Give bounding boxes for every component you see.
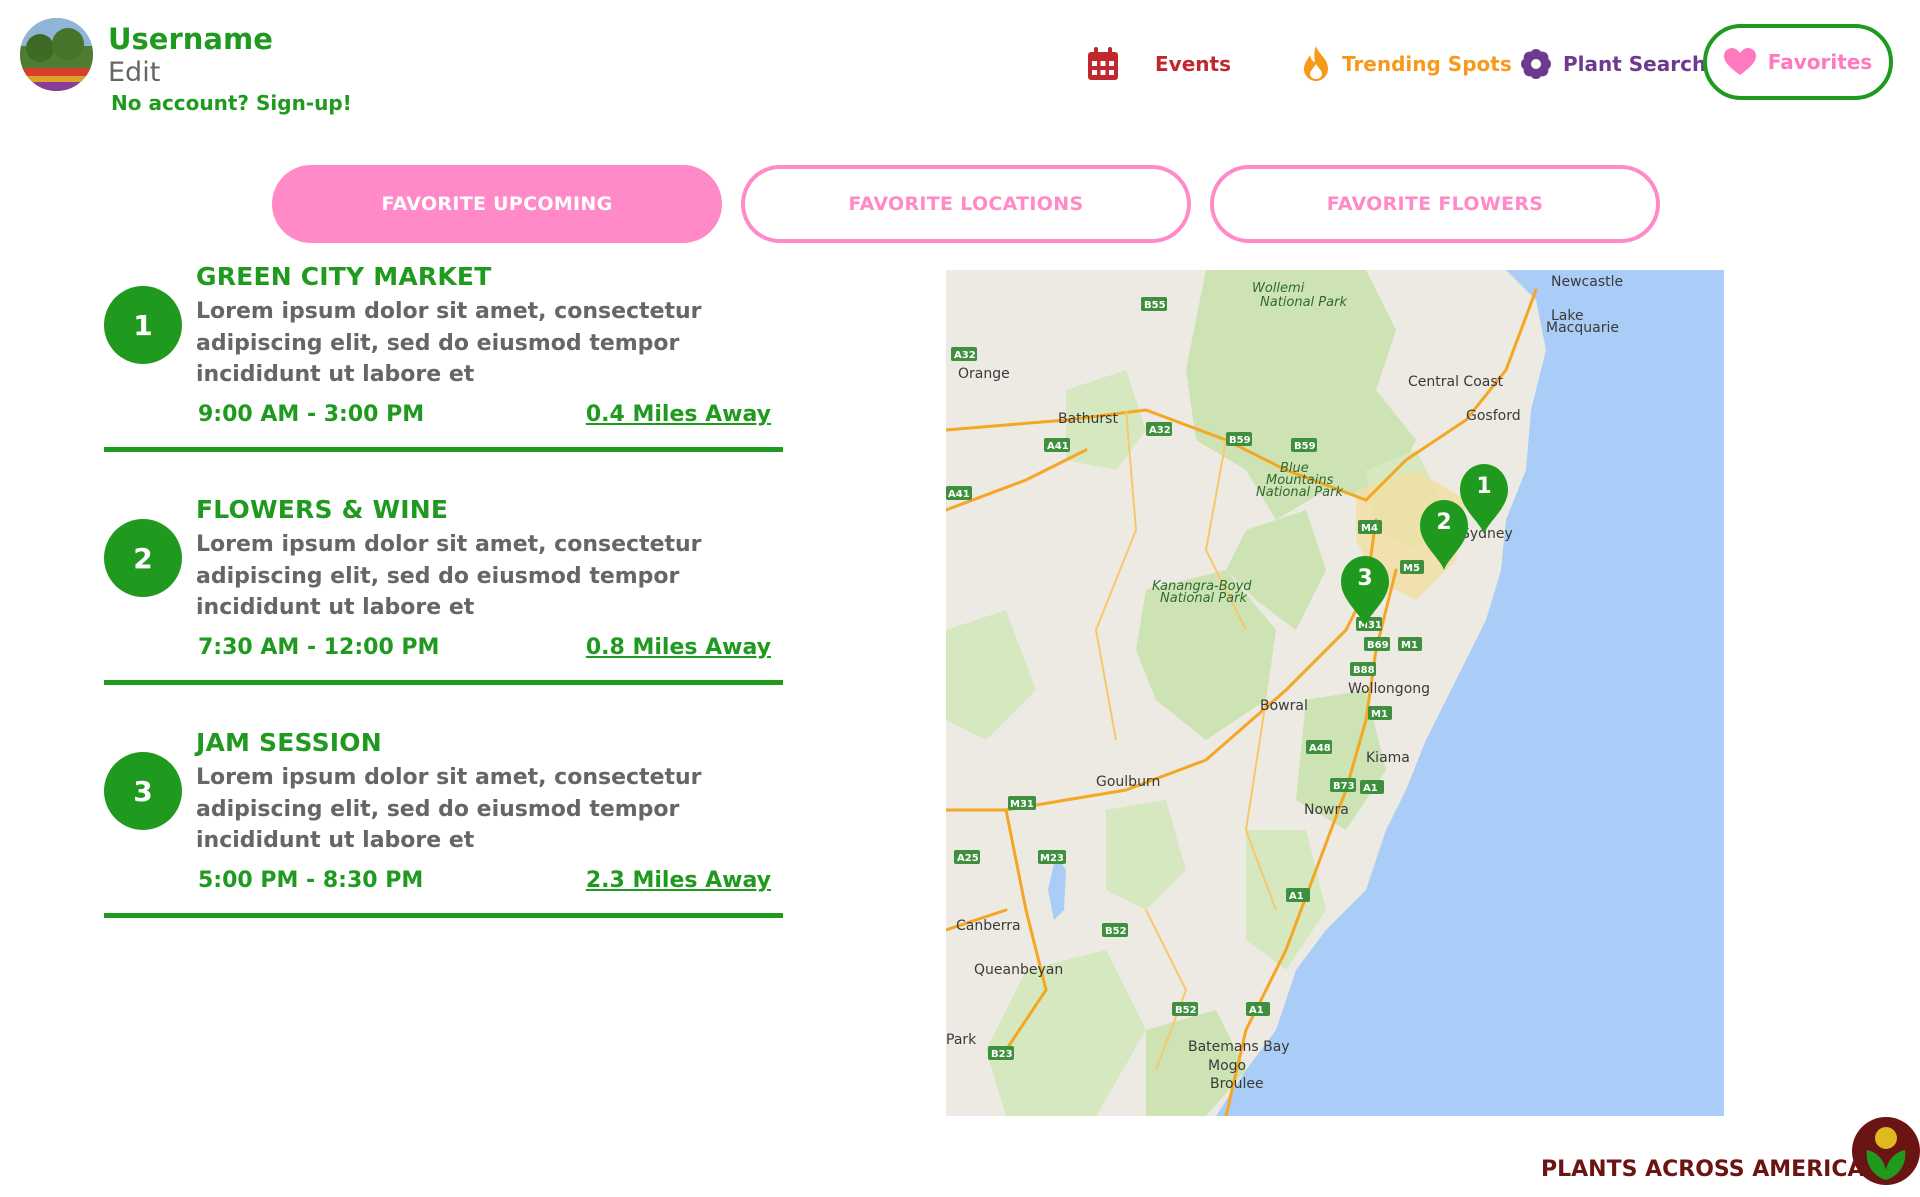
event-distance-link[interactable]: 0.8 Miles Away: [586, 635, 771, 660]
svg-text:National Park: National Park: [1260, 295, 1347, 310]
svg-text:National Park: National Park: [1160, 591, 1247, 606]
event-time: 7:30 AM - 12:00 PM: [198, 635, 440, 660]
user-avatar[interactable]: [20, 18, 93, 91]
svg-text:M31: M31: [1010, 799, 1034, 810]
nav-favorites-label: Favorites: [1767, 50, 1873, 74]
svg-text:A48: A48: [1309, 743, 1331, 754]
calendar-icon: [1088, 47, 1118, 80]
svg-text:B69: B69: [1367, 640, 1389, 651]
edit-profile-link[interactable]: Edit: [108, 57, 160, 88]
svg-text:B52: B52: [1175, 1005, 1197, 1016]
svg-text:A25: A25: [957, 853, 979, 864]
nav-favorites[interactable]: Favorites: [1703, 24, 1893, 100]
svg-text:Central Coast: Central Coast: [1408, 374, 1504, 390]
event-description: Lorem ipsum dolor sit amet, consectetur …: [196, 299, 702, 387]
svg-text:Bowral: Bowral: [1260, 698, 1308, 714]
map-pin-3[interactable]: 3: [1337, 554, 1393, 626]
event-time: 9:00 AM - 3:00 PM: [198, 402, 425, 427]
signup-link[interactable]: No account? Sign-up!: [111, 91, 352, 115]
map-pin-number: 3: [1357, 566, 1373, 591]
svg-text:Nowra: Nowra: [1304, 802, 1349, 818]
svg-text:Newcastle: Newcastle: [1551, 274, 1623, 290]
flower-icon: [1521, 49, 1551, 79]
svg-text:A1: A1: [1363, 783, 1378, 794]
event-title[interactable]: GREEN CITY MARKET: [196, 262, 491, 291]
map-pin-number: 2: [1436, 510, 1452, 535]
event-item[interactable]: 2 FLOWERS & WINE Lorem ipsum dolor sit a…: [104, 495, 783, 685]
brand-name: PLANTS ACROSS AMERICA: [1541, 1157, 1865, 1182]
svg-text:A32: A32: [1149, 425, 1171, 436]
nav-plant-search-label: Plant Search: [1563, 52, 1707, 76]
svg-text:B55: B55: [1144, 300, 1166, 311]
svg-text:B88: B88: [1353, 665, 1375, 676]
event-title[interactable]: JAM SESSION: [196, 728, 382, 757]
tab-favorite-locations[interactable]: FAVORITE LOCATIONS: [741, 165, 1191, 243]
nav-trending-spots[interactable]: Trending Spots: [1302, 42, 1512, 86]
heart-icon: [1723, 48, 1756, 75]
svg-text:Wollemi: Wollemi: [1252, 281, 1305, 296]
username-label: Username: [108, 22, 273, 56]
svg-text:Wollongong: Wollongong: [1348, 681, 1430, 697]
nav-trending-label: Trending Spots: [1342, 52, 1512, 76]
svg-text:National Park: National Park: [1256, 485, 1343, 500]
event-number-badge: 1: [104, 286, 182, 364]
svg-text:M1: M1: [1401, 640, 1418, 651]
svg-text:A32: A32: [954, 350, 976, 361]
tab-favorite-upcoming[interactable]: FAVORITE UPCOMING: [272, 165, 722, 243]
event-distance-link[interactable]: 0.4 Miles Away: [586, 402, 771, 427]
event-number-badge: 3: [104, 752, 182, 830]
svg-text:A1: A1: [1249, 1005, 1264, 1016]
event-item[interactable]: 1 GREEN CITY MARKET Lorem ipsum dolor si…: [104, 262, 783, 452]
map-pin-2[interactable]: 2: [1416, 498, 1472, 570]
map-pin-number: 1: [1476, 474, 1492, 499]
svg-text:Park: Park: [946, 1032, 977, 1048]
event-distance-link[interactable]: 2.3 Miles Away: [586, 868, 771, 893]
svg-text:M1: M1: [1371, 709, 1388, 720]
event-description: Lorem ipsum dolor sit amet, consectetur …: [196, 532, 702, 620]
tab-favorite-flowers[interactable]: FAVORITE FLOWERS: [1210, 165, 1660, 243]
svg-text:A41: A41: [1047, 441, 1069, 452]
svg-text:Queanbeyan: Queanbeyan: [974, 962, 1063, 978]
svg-text:B59: B59: [1229, 435, 1251, 446]
event-description: Lorem ipsum dolor sit amet, consectetur …: [196, 765, 702, 853]
svg-text:Gosford: Gosford: [1466, 408, 1521, 424]
event-time: 5:00 PM - 8:30 PM: [198, 868, 424, 893]
svg-text:A41: A41: [948, 489, 970, 500]
svg-text:A1: A1: [1289, 891, 1304, 902]
svg-text:M23: M23: [1040, 853, 1064, 864]
svg-text:Broulee: Broulee: [1210, 1076, 1264, 1092]
svg-text:B23: B23: [991, 1049, 1013, 1060]
svg-text:B59: B59: [1294, 441, 1316, 452]
svg-text:Goulburn: Goulburn: [1096, 774, 1160, 790]
nav-events-label: Events: [1155, 52, 1231, 76]
svg-text:Orange: Orange: [958, 366, 1010, 382]
event-number-badge: 2: [104, 519, 182, 597]
event-item[interactable]: 3 JAM SESSION Lorem ipsum dolor sit amet…: [104, 728, 783, 918]
svg-text:Macquarie: Macquarie: [1546, 320, 1619, 336]
event-title[interactable]: FLOWERS & WINE: [196, 495, 448, 524]
svg-text:Kiama: Kiama: [1366, 750, 1410, 766]
svg-text:M4: M4: [1361, 523, 1378, 534]
svg-text:B52: B52: [1105, 926, 1127, 937]
nav-events[interactable]: Events: [1087, 42, 1231, 86]
svg-text:Batemans Bay: Batemans Bay: [1188, 1039, 1290, 1055]
svg-text:B73: B73: [1333, 781, 1355, 792]
flame-icon: [1304, 46, 1328, 81]
svg-text:Canberra: Canberra: [956, 918, 1021, 934]
svg-text:Bathurst: Bathurst: [1058, 411, 1118, 427]
nav-plant-search[interactable]: Plant Search: [1521, 42, 1706, 86]
events-map[interactable]: B55 A32 A41 A32 A41 B59 B59 M4 M5 M31 B6…: [946, 270, 1724, 1116]
plant-logo-icon: [1852, 1117, 1920, 1185]
svg-text:Mogo: Mogo: [1208, 1058, 1246, 1074]
